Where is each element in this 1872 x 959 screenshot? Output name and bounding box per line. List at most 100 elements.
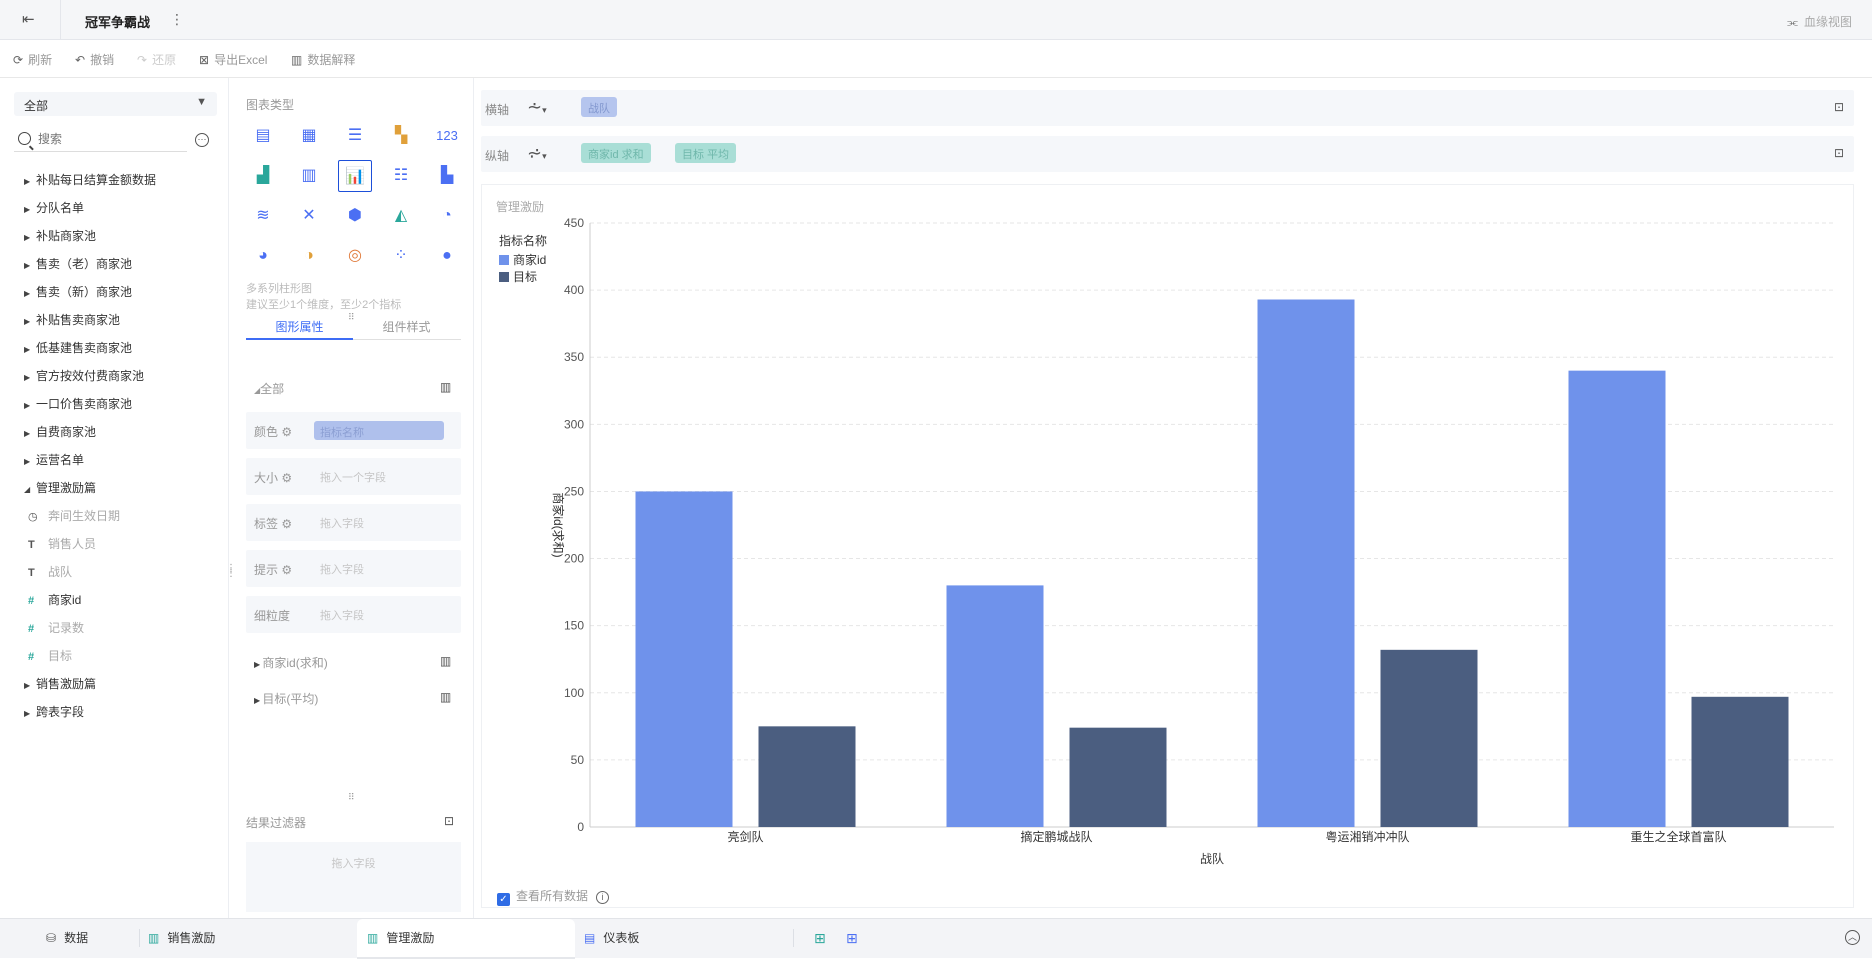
bar-target[interactable] [1069, 727, 1167, 827]
measure-target-avg[interactable]: ▶ 目标(平均) [254, 690, 318, 707]
scatter-icon[interactable]: ⁘ [384, 240, 418, 272]
folder-item[interactable]: ▶ 售卖（老）商家池 [24, 250, 224, 278]
more-vertical-icon[interactable]: ⋮ [170, 11, 184, 28]
export-excel-button[interactable]: ⊠ 导出Excel [199, 51, 267, 68]
axis-type-icon[interactable]: ⩫▾ [527, 143, 547, 164]
legend-item[interactable]: 目标 [499, 269, 547, 286]
area-chart-icon[interactable]: ◭ [384, 200, 418, 232]
folder-item[interactable]: ▶ 补贴每日结算金额数据 [24, 166, 224, 194]
show-all-data-checkbox[interactable]: ✓ 查看所有数据 i [497, 887, 610, 906]
chart-type-hint: 多系列柱形图 建议至少1个维度，至少2个指标 [246, 283, 402, 311]
stacked-bar-icon[interactable]: ▥ [292, 160, 326, 192]
collapse-up-icon[interactable]: ︿ [1845, 930, 1860, 945]
y-axis-field-chip[interactable]: 目标 平均 [675, 143, 737, 163]
bar-chart-icon[interactable]: ▥ [440, 380, 451, 394]
bar-merchant-id[interactable] [635, 491, 733, 827]
detail-table-icon[interactable]: ☰ [338, 120, 372, 152]
y-tick-label: 250 [564, 484, 584, 498]
radar-icon[interactable]: ⬢ [338, 200, 372, 232]
field-item[interactable]: # 目标 [24, 642, 224, 670]
rose-chart-icon[interactable]: ◑ [292, 240, 326, 272]
gauge-icon[interactable]: ◔ [430, 200, 464, 232]
add-chart-sheet-icon[interactable]: ⊞ [814, 919, 826, 959]
tab-dashboard[interactable]: ▤ 仪表板 [584, 919, 784, 959]
kpi-number-icon[interactable]: 123 [430, 120, 464, 152]
data-explain-button[interactable]: ▥ 数据解释 [291, 51, 355, 68]
field-item[interactable]: ◷ 奔间生效日期 [24, 502, 224, 530]
folder-item[interactable]: ▶ 自费商家池 [24, 418, 224, 446]
refresh-button[interactable]: ⟳ 刷新 [13, 51, 52, 68]
pie-chart-icon[interactable]: ◕ [246, 240, 280, 272]
color-field-chip[interactable]: 指标名称 [314, 421, 444, 440]
drop-zone[interactable]: 拖入字段 [320, 561, 364, 577]
table-chart-icon[interactable]: ▤ [246, 120, 280, 152]
tab-component-style[interactable]: 组件样式 [353, 318, 460, 340]
axis-type-icon[interactable]: ⩪▾ [527, 97, 547, 118]
bar-target[interactable] [758, 726, 856, 827]
undo-button[interactable]: ↶ 撤销 [75, 51, 114, 68]
grouped-bar-icon[interactable]: ▟ [246, 160, 280, 192]
folder-item-open[interactable]: ◢ 管理激励篇 [24, 474, 224, 502]
folder-item[interactable]: ▶ 补贴售卖商家池 [24, 306, 224, 334]
waterfall-icon[interactable]: ▙ [430, 160, 464, 192]
tab-data[interactable]: ⛁ 数据 [46, 919, 136, 959]
tab-management-incentive[interactable]: ▥ 管理激励 [357, 919, 575, 959]
sunburst-icon[interactable]: ◎ [338, 240, 372, 272]
section-resize-handle[interactable]: ⠿ [348, 792, 355, 803]
bar-chart-icon[interactable]: ▥ [440, 654, 451, 668]
more-options-icon[interactable]: ··· [195, 133, 209, 147]
x-axis-field-chip[interactable]: 战队 [581, 97, 617, 117]
bar-merchant-id[interactable] [1257, 299, 1355, 827]
cross-table-icon[interactable]: ▦ [292, 120, 326, 152]
lock-icon[interactable]: ⊡ [1834, 100, 1844, 114]
legend-item[interactable]: 商家id [499, 252, 547, 269]
lock-icon[interactable]: ⊡ [444, 814, 454, 828]
folder-item[interactable]: ▶ 售卖（新）商家池 [24, 278, 224, 306]
section-all[interactable]: ◢全部 [254, 380, 284, 397]
bar-chart-icon[interactable]: ▥ [440, 690, 451, 704]
bar-merchant-id[interactable] [946, 585, 1044, 827]
horizontal-bar-icon[interactable]: ☷ [384, 160, 418, 192]
folder-item[interactable]: ▶ 一口价售卖商家池 [24, 390, 224, 418]
field-item[interactable]: T 销售人员 [24, 530, 224, 558]
lineage-view-link[interactable]: ⫘ 血缘视图 [1787, 13, 1852, 30]
measure-merchant-sum[interactable]: ▶ 商家id(求和) [254, 654, 328, 671]
caret-right-icon: ▶ [24, 345, 31, 354]
search-input[interactable] [38, 130, 178, 148]
line-chart-icon[interactable]: ≋ [246, 200, 280, 232]
y-axis-row: 纵轴 ⩫▾ 商家id 求和 目标 平均 ⊡ [481, 136, 1854, 172]
field-item[interactable]: # 商家id [24, 586, 224, 614]
add-dashboard-icon[interactable]: ⊞ [846, 919, 858, 959]
folder-item[interactable]: ▶ 补贴商家池 [24, 222, 224, 250]
drop-zone[interactable]: 拖入字段 [320, 607, 364, 623]
folder-item[interactable]: ▶ 跨表字段 [24, 698, 224, 726]
info-icon[interactable]: i [596, 891, 610, 904]
treemap-icon[interactable]: ▚ [384, 120, 418, 152]
bar-target[interactable] [1691, 696, 1789, 827]
folder-item[interactable]: ▶ 低基建售卖商家池 [24, 334, 224, 362]
field-item[interactable]: T 战队 [24, 558, 224, 586]
drop-zone[interactable]: 拖入字段 [320, 515, 364, 531]
tab-graphic-props[interactable]: 图形属性 [246, 318, 353, 340]
table-select[interactable]: 全部 ▼ [14, 92, 217, 116]
y-axis-label: 纵轴 [485, 149, 510, 163]
bubble-icon[interactable]: ● [430, 240, 464, 272]
bar-merchant-id[interactable] [1568, 370, 1666, 827]
redo-button[interactable]: ↷ 还原 [137, 51, 176, 68]
combo-line-icon[interactable]: ✕ [292, 200, 326, 232]
folder-item[interactable]: ▶ 分队名单 [24, 194, 224, 222]
folder-item[interactable]: ▶ 销售激励篇 [24, 670, 224, 698]
redo-icon: ↷ [137, 53, 148, 67]
lock-icon[interactable]: ⊡ [1834, 146, 1844, 160]
folder-item[interactable]: ▶ 运营名单 [24, 446, 224, 474]
bar-target[interactable] [1380, 649, 1478, 827]
filter-drop-zone[interactable]: 拖入字段 [246, 842, 461, 912]
field-item[interactable]: # 记录数 [24, 614, 224, 642]
multi-series-bar-icon[interactable]: 📊 [338, 160, 372, 192]
exit-icon[interactable]: ⇤ [22, 12, 38, 28]
y-axis-field-chip[interactable]: 商家id 求和 [581, 143, 651, 163]
caret-right-icon: ▶ [24, 177, 31, 186]
drop-zone[interactable]: 拖入一个字段 [320, 469, 386, 485]
tab-sales-incentive[interactable]: ▥ 销售激励 [148, 919, 348, 959]
folder-item[interactable]: ▶ 官方按效付费商家池 [24, 362, 224, 390]
